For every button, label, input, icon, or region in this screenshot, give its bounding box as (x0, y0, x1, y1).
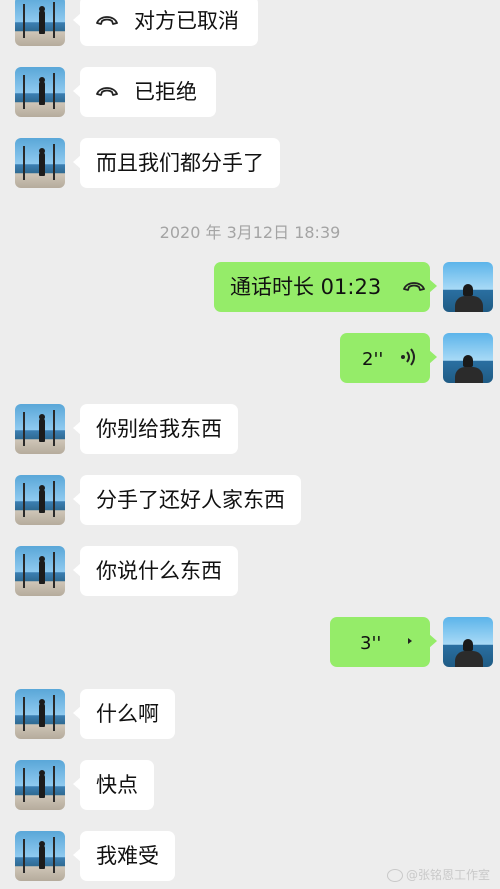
call-status-bubble[interactable]: 对方已取消 (73, 0, 258, 46)
message-bubble[interactable]: 我难受 (73, 831, 175, 881)
message-bubble[interactable]: 你别给我东西 (73, 404, 238, 454)
watermark-text: @张铭恩工作室 (405, 868, 490, 882)
message-bubble[interactable]: 你说什么东西 (73, 546, 238, 596)
contact-avatar[interactable] (15, 475, 65, 525)
weibo-icon (386, 869, 403, 882)
contact-avatar[interactable] (15, 404, 65, 454)
contact-avatar[interactable] (15, 760, 65, 810)
message-text: 已拒绝 (134, 80, 197, 104)
message-text: 快点 (96, 773, 138, 797)
contact-avatar[interactable] (15, 689, 65, 739)
voice-wave-icon (408, 638, 413, 644)
contact-avatar[interactable] (15, 0, 65, 46)
my-avatar[interactable] (443, 262, 493, 312)
voice-duration: 2'' (362, 349, 384, 370)
message-text: 什么啊 (96, 702, 159, 726)
voice-message-bubble[interactable]: 3'' (330, 617, 437, 667)
message-bubble[interactable]: 快点 (73, 760, 154, 810)
message-text: 我难受 (96, 844, 159, 868)
message-text: 你别给我东西 (96, 417, 222, 441)
my-avatar[interactable] (443, 333, 493, 383)
contact-avatar[interactable] (15, 831, 65, 881)
message-text: 你说什么东西 (96, 559, 222, 583)
contact-avatar[interactable] (15, 138, 65, 188)
phone-hangup-icon (96, 16, 118, 25)
message-bubble[interactable]: 而且我们都分手了 (73, 138, 280, 188)
message-bubble[interactable]: 什么啊 (73, 689, 175, 739)
contact-avatar[interactable] (15, 546, 65, 596)
message-bubble[interactable]: 分手了还好人家东西 (73, 475, 301, 525)
message-text: 对方已取消 (134, 9, 239, 33)
phone-hangup-icon (96, 87, 118, 96)
phone-hangup-icon (403, 282, 426, 291)
message-text: 通话时长 01:23 (230, 275, 382, 299)
my-avatar[interactable] (443, 617, 493, 667)
voice-duration: 3'' (360, 633, 382, 654)
message-text: 分手了还好人家东西 (96, 488, 285, 512)
call-status-bubble[interactable]: 已拒绝 (73, 67, 216, 117)
voice-message-bubble[interactable]: 2'' (340, 333, 437, 383)
contact-avatar[interactable] (15, 67, 65, 117)
chat-timestamp: 2020 年 3月12日 18:39 (159, 223, 341, 242)
watermark: @张铭恩工作室 (386, 866, 490, 883)
voice-wave-icon (401, 348, 416, 366)
call-duration-bubble[interactable]: 通话时长 01:23 (214, 262, 437, 312)
message-text: 而且我们都分手了 (96, 151, 264, 175)
